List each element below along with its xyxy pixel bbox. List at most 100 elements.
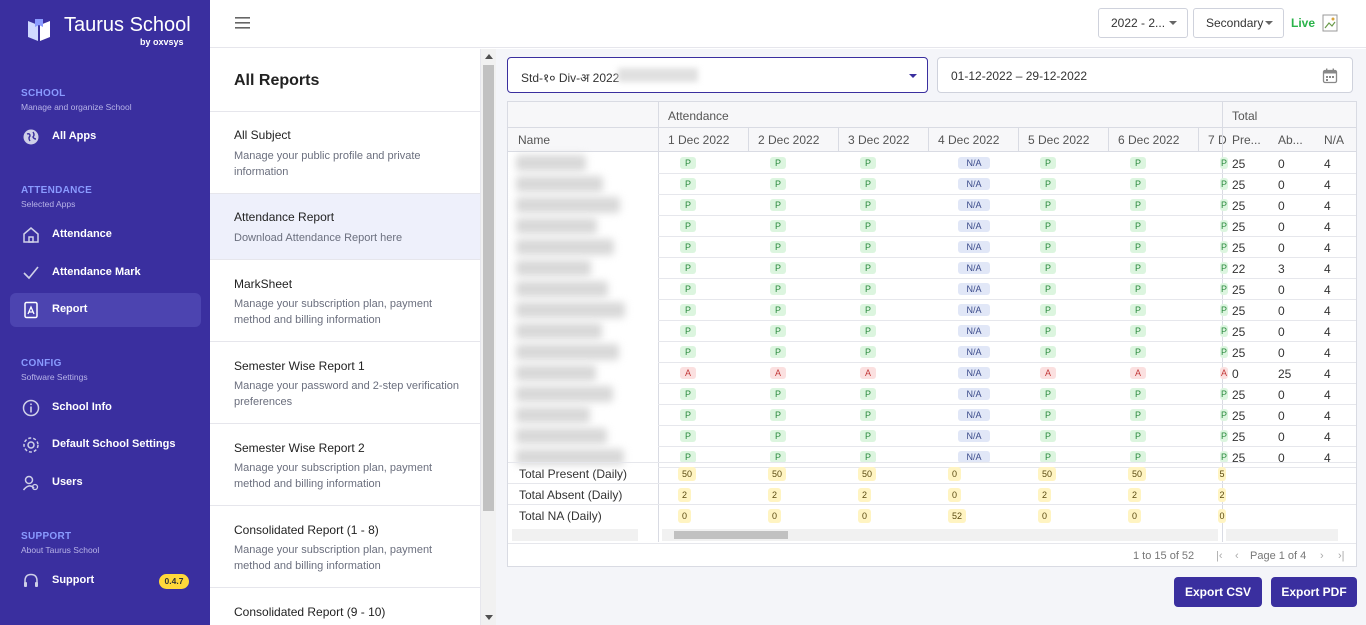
row-divider [658, 383, 1356, 384]
attendance-status: P [1220, 409, 1228, 421]
last-page-icon[interactable]: ›| [1338, 550, 1345, 562]
date-column-header[interactable]: 6 Dec 2022 [1118, 133, 1179, 147]
attendance-status: P [1130, 157, 1146, 169]
attendance-status: P [1130, 430, 1146, 442]
column-divider [1198, 128, 1199, 152]
sidebar-item-school-info[interactable]: School Info [10, 391, 201, 425]
date-range-value: 01-12-2022 – 29-12-2022 [951, 69, 1088, 83]
report-desc: Manage your password and 2-step verifica… [234, 380, 460, 408]
scroll-thumb[interactable] [483, 65, 494, 511]
first-page-icon[interactable]: |‹ [1216, 550, 1223, 562]
academic-year-dropdown[interactable]: 2022 - 2... [1098, 8, 1188, 38]
date-column-header[interactable]: 5 Dec 2022 [1028, 133, 1089, 147]
standard-division-select[interactable]: Std-१० Div-अ 2022 [507, 57, 928, 93]
chevron-down-icon [1265, 21, 1273, 25]
report-item-semester-2[interactable]: Semester Wise Report 2 Manage your subsc… [210, 424, 480, 505]
attendance-status: P [1130, 346, 1146, 358]
scroll-thumb[interactable] [674, 531, 788, 539]
total-na-value: 4 [1324, 262, 1331, 276]
attendance-status: P [1130, 241, 1146, 253]
attendance-status: N/A [958, 262, 990, 274]
attendance-status: P [1130, 262, 1146, 274]
attendance-status: A [1040, 367, 1056, 379]
total-column-header[interactable]: Ab... [1278, 133, 1303, 147]
book-logo-icon [28, 19, 50, 41]
attendance-status: P [1040, 283, 1056, 295]
report-item-marksheet[interactable]: MarkSheet Manage your subscription plan,… [210, 260, 480, 341]
sidebar-item-attendance-mark[interactable]: Attendance Mark [10, 256, 201, 290]
report-item-consolidated-9-10[interactable]: Consolidated Report (9 - 10) [210, 588, 480, 625]
sidebar-item-label: Report [52, 303, 88, 315]
footer-value: 0 [678, 509, 692, 523]
attendance-status: N/A [958, 346, 990, 358]
hamburger-menu-icon[interactable] [235, 16, 251, 30]
total-ab-value: 3 [1278, 262, 1285, 276]
sidebar-item-default-school-settings[interactable]: Default School Settings [10, 428, 201, 462]
attendance-status: P [860, 178, 876, 190]
total-na-value: 4 [1324, 220, 1331, 234]
row-divider [658, 299, 1356, 300]
reports-scrollbar[interactable] [481, 49, 496, 625]
attendance-status: P [1130, 199, 1146, 211]
sidebar-item-label: School Info [52, 401, 112, 413]
name-hscrollbar[interactable] [512, 529, 638, 541]
prev-page-icon[interactable]: ‹ [1235, 550, 1239, 562]
total-ab-value: 0 [1278, 304, 1285, 318]
sidebar-item-report[interactable]: Report [10, 293, 201, 327]
column-divider [1018, 128, 1019, 152]
attendance-status: P [770, 283, 786, 295]
export-pdf-button[interactable]: Export PDF [1271, 577, 1357, 607]
report-title: Consolidated Report (1 - 8) [234, 523, 379, 537]
report-title: Consolidated Report (9 - 10) [234, 605, 386, 619]
attendance-hscrollbar[interactable] [662, 529, 1218, 541]
version-badge: 0.4.7 [159, 574, 189, 589]
attendance-status: P [1220, 346, 1228, 358]
row-divider [658, 278, 1356, 279]
export-csv-button[interactable]: Export CSV [1174, 577, 1262, 607]
scroll-up-icon[interactable] [485, 54, 493, 59]
attendance-status: P [770, 241, 786, 253]
section-config-sub: Software Settings [21, 372, 88, 382]
attendance-status: P [860, 241, 876, 253]
sidebar-item-attendance[interactable]: Attendance [10, 218, 201, 252]
attendance-status: P [1220, 283, 1228, 295]
pager-info: 1 to 15 of 52 [1133, 550, 1195, 562]
total-pre-value: 25 [1232, 241, 1246, 255]
attendance-status: N/A [958, 199, 990, 211]
level-dropdown[interactable]: Secondary [1193, 8, 1284, 38]
attendance-status: P [1220, 178, 1228, 190]
report-title: MarkSheet [234, 277, 293, 291]
name-column-header[interactable]: Name [518, 133, 550, 147]
next-page-icon[interactable]: › [1320, 550, 1324, 562]
sidebar-item-users[interactable]: Users [10, 466, 201, 500]
total-hscrollbar[interactable] [1226, 529, 1338, 541]
row-divider [658, 320, 1356, 321]
student-name-redacted [516, 323, 602, 339]
date-range-picker[interactable]: 01-12-2022 – 29-12-2022 [937, 57, 1353, 93]
footer-value: 0 [858, 509, 872, 523]
date-column-header[interactable]: 1 Dec 2022 [668, 133, 729, 147]
date-column-header[interactable]: 2 Dec 2022 [758, 133, 819, 147]
total-pre-value: 25 [1232, 157, 1246, 171]
date-column-header[interactable]: 7 D [1208, 133, 1227, 147]
date-column-header[interactable]: 3 Dec 2022 [848, 133, 909, 147]
report-item-consolidated-1-8[interactable]: Consolidated Report (1 - 8) Manage your … [210, 506, 480, 587]
section-attendance-head: ATTENDANCE [21, 185, 93, 196]
total-ab-value: 0 [1278, 157, 1285, 171]
footer-row: Total Present (Daily) 50 50 50 0 50 50 5 [508, 462, 1356, 483]
calendar-icon[interactable] [1322, 68, 1338, 84]
attendance-status: P [680, 346, 696, 358]
scroll-down-icon[interactable] [485, 615, 493, 620]
attendance-status: N/A [958, 241, 990, 253]
total-ab-value: 0 [1278, 283, 1285, 297]
report-item-attendance-report[interactable]: Attendance Report Download Attendance Re… [210, 194, 480, 259]
sidebar-item-all-apps[interactable]: All Apps [10, 120, 201, 154]
total-column-header[interactable]: Pre... [1232, 133, 1261, 147]
report-item-semester-1[interactable]: Semester Wise Report 1 Manage your passw… [210, 342, 480, 423]
avatar[interactable] [1322, 14, 1342, 34]
users-icon [22, 475, 39, 491]
report-item-all-subject[interactable]: All Subject Manage your public profile a… [210, 112, 480, 193]
date-column-header[interactable]: 4 Dec 2022 [938, 133, 999, 147]
total-column-header[interactable]: N/A [1324, 133, 1344, 147]
footer-value: 50 [858, 467, 877, 481]
